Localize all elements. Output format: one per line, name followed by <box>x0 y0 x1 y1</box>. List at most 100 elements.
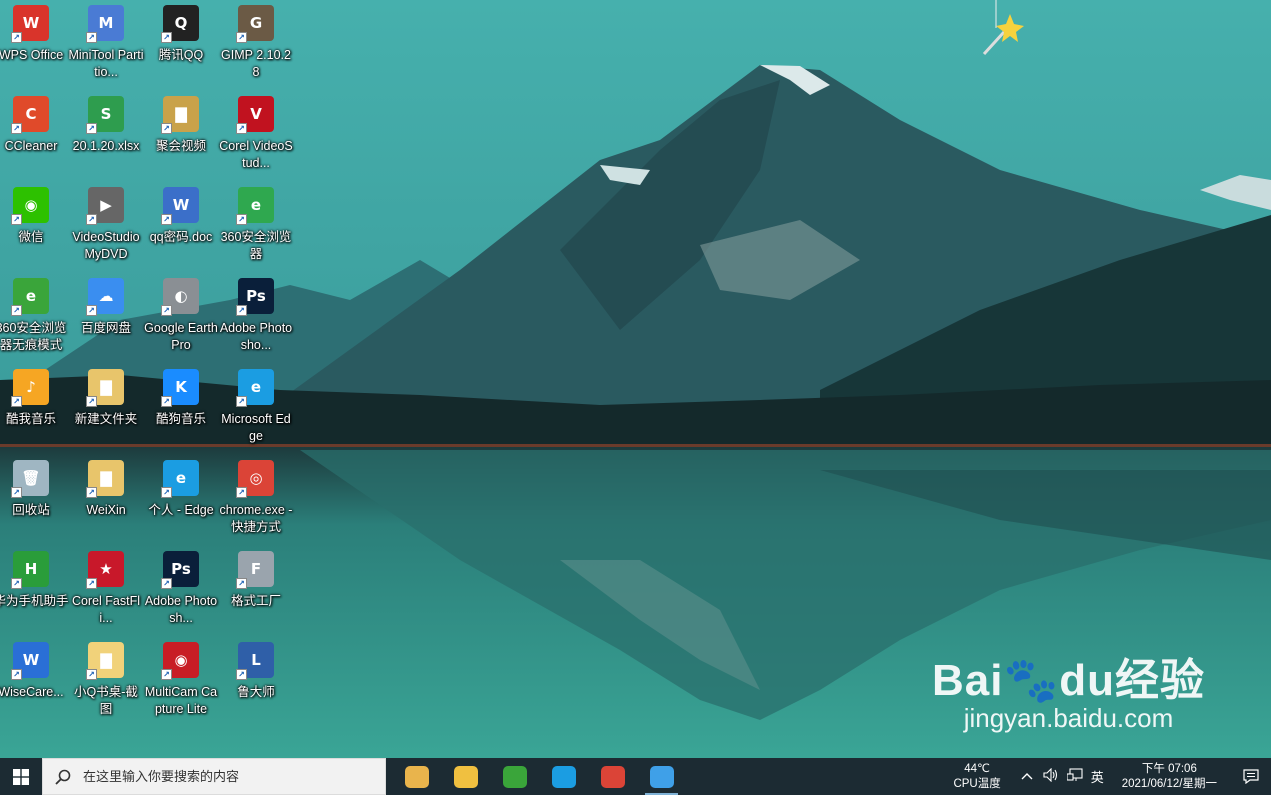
corel-videostudio-icon: V ↗ <box>236 96 274 134</box>
desktop-icon[interactable]: e ↗ 360安全浏览器 <box>218 182 294 272</box>
desktop-icon[interactable]: ☁ ↗ 百度网盘 <box>68 273 144 363</box>
desktop-icon-label: WeiXin <box>86 503 126 517</box>
taskbar-app-button[interactable] <box>637 758 686 795</box>
desktop-icon[interactable]: W ↗ qq密码.doc <box>143 182 219 272</box>
desktop-icon[interactable]: Ps ↗ Adobe Photosho... <box>218 273 294 363</box>
google-earth-icon: ◐ ↗ <box>161 278 199 316</box>
ccleaner-icon: C ↗ <box>11 96 49 134</box>
desktop-icon[interactable]: Ps ↗ Adobe Photosh... <box>143 546 219 636</box>
desktop-icon[interactable]: V ↗ Corel VideoStud... <box>218 91 294 181</box>
desktop-icon-label: 格式工厂 <box>230 594 281 608</box>
desktop-icon[interactable]: ▇ ↗ 聚会视频 <box>143 91 219 181</box>
cpu-temp-label: CPU温度 <box>953 777 1001 790</box>
gimp-icon: G ↗ <box>236 5 274 43</box>
file-explorer-icon <box>453 765 478 788</box>
desktop-icon[interactable]: W ↗ WiseCare... <box>0 637 69 727</box>
desktop-icon[interactable]: K ↗ 酷狗音乐 <box>143 364 219 454</box>
format-factory-icon: F ↗ <box>236 551 274 589</box>
shortcut-arrow-icon: ↗ <box>161 123 172 134</box>
desktop-icon[interactable]: ★ ↗ Corel FastFli... <box>68 546 144 636</box>
clock[interactable]: 下午 07:06 2021/06/12/星期一 <box>1122 762 1217 792</box>
xiaoq-folder-icon: ▇ ↗ <box>86 642 124 680</box>
desktop-icon[interactable]: e ↗ Microsoft Edge <box>218 364 294 454</box>
desktop-icon-label: Corel VideoStud... <box>219 139 293 170</box>
search-input[interactable] <box>81 768 365 785</box>
shortcut-arrow-icon: ↗ <box>86 214 97 225</box>
shortcut-arrow-icon: ↗ <box>236 396 247 407</box>
desktop-icon-label: 20.1.20.xlsx <box>72 139 140 153</box>
desktop-icon-label: 聚会视频 <box>155 139 206 153</box>
chevron-up-icon[interactable] <box>1021 771 1033 783</box>
taskbar-app-button[interactable] <box>392 758 441 795</box>
360-browser-icon <box>502 765 527 788</box>
taskbar-search-box[interactable] <box>42 758 386 795</box>
desktop-icon[interactable]: G ↗ GIMP 2.10.28 <box>218 0 294 90</box>
watermark-url: jingyan.baidu.com <box>963 703 1174 733</box>
corel-fastflick-icon: ★ ↗ <box>86 551 124 589</box>
speaker-icon[interactable] <box>1043 767 1059 785</box>
desktop-icon-label: 360安全浏览器 <box>220 230 292 261</box>
shortcut-arrow-icon: ↗ <box>236 487 247 498</box>
shortcut-arrow-icon: ↗ <box>236 578 247 589</box>
shortcut-arrow-icon: ↗ <box>236 305 247 316</box>
desktop-icon[interactable]: 🗑 ↗ 回收站 <box>0 455 69 545</box>
desktop-icon-label: qq密码.doc <box>149 230 213 244</box>
desktop-icon[interactable]: ▇ ↗ 小Q书桌-截图 <box>68 637 144 727</box>
desktop-icon[interactable]: ♪ ↗ 酷我音乐 <box>0 364 69 454</box>
desktop-icon[interactable]: ▶ ↗ VideoStudio MyDVD <box>68 182 144 272</box>
desktop-icon[interactable]: e ↗ 个人 - Edge <box>143 455 219 545</box>
kuwo-music-icon: ♪ ↗ <box>11 369 49 407</box>
desktop-icon-label: 酷狗音乐 <box>155 412 206 426</box>
minitool-partition-icon: M ↗ <box>86 5 124 43</box>
weixin-folder-icon: ▇ ↗ <box>86 460 124 498</box>
shortcut-arrow-icon: ↗ <box>86 32 97 43</box>
shortcut-arrow-icon: ↗ <box>161 305 172 316</box>
desktop-icon[interactable]: ▇ ↗ 新建文件夹 <box>68 364 144 454</box>
shortcut-arrow-icon: ↗ <box>236 214 247 225</box>
ludashi-icon: L ↗ <box>236 642 274 680</box>
shortcut-arrow-icon: ↗ <box>86 669 97 680</box>
desktop-icon-label: 百度网盘 <box>80 321 131 335</box>
desktop-icon[interactable]: S ↗ 20.1.20.xlsx <box>68 91 144 181</box>
taskbar-app-button[interactable] <box>588 758 637 795</box>
desktop-icon-label: CCleaner <box>4 139 58 153</box>
doc-file-icon: W ↗ <box>161 187 199 225</box>
desktop-icon[interactable]: Q ↗ 腾讯QQ <box>143 0 219 90</box>
desktop-icon-label: GIMP 2.10.28 <box>221 48 291 79</box>
desktop-icon[interactable]: ◐ ↗ Google Earth Pro <box>143 273 219 363</box>
edge-profile-icon: e ↗ <box>161 460 199 498</box>
network-icon[interactable] <box>1066 768 1083 785</box>
360-browser-icon: e ↗ <box>236 187 274 225</box>
shortcut-arrow-icon: ↗ <box>236 123 247 134</box>
taskbar-app-button[interactable] <box>441 758 490 795</box>
shortcut-arrow-icon: ↗ <box>86 123 97 134</box>
desktop-icon[interactable]: F ↗ 格式工厂 <box>218 546 294 636</box>
desktop-icon[interactable]: C ↗ CCleaner <box>0 91 69 181</box>
taskbar-app-button[interactable] <box>490 758 539 795</box>
shortcut-arrow-icon: ↗ <box>161 396 172 407</box>
desktop-icon[interactable]: e ↗ 360安全浏览器无痕模式 <box>0 273 69 363</box>
desktop-icon[interactable]: W ↗ WPS Office <box>0 0 69 90</box>
shortcut-arrow-icon: ↗ <box>161 669 172 680</box>
desktop-icon[interactable]: ▇ ↗ WeiXin <box>68 455 144 545</box>
system-tray: 44℃ CPU温度 英 下午 07:06 2021/06/12/星期一 <box>953 758 1271 795</box>
input-method-indicator[interactable]: 英 <box>1091 767 1104 786</box>
windows-logo-icon <box>13 768 29 785</box>
desktop-icon[interactable]: ◎ ↗ chrome.exe - 快捷方式 <box>218 455 294 545</box>
taskbar-app-button[interactable] <box>539 758 588 795</box>
cpu-temperature[interactable]: 44℃ CPU温度 <box>953 762 1000 792</box>
desktop-icon[interactable]: M ↗ MiniTool Partitio... <box>68 0 144 90</box>
shortcut-arrow-icon: ↗ <box>11 214 22 225</box>
desktop-icon-label: 腾讯QQ <box>158 48 204 62</box>
desktop-icon-label: WiseCare... <box>0 685 64 699</box>
desktop-icon[interactable]: ◉ ↗ MultiCam Capture Lite <box>143 637 219 727</box>
desktop-icon[interactable]: L ↗ 鲁大师 <box>218 637 294 727</box>
party-video-folder-icon: ▇ ↗ <box>161 96 199 134</box>
desktop-icon[interactable]: H ↗ 华为手机助手 <box>0 546 69 636</box>
shortcut-arrow-icon: ↗ <box>236 669 247 680</box>
start-button[interactable] <box>0 758 42 795</box>
notification-center-button[interactable] <box>1231 758 1271 795</box>
desktop-icon-label: Microsoft Edge <box>221 412 291 443</box>
baidu-netdisk-icon: ☁ ↗ <box>86 278 124 316</box>
desktop-icon[interactable]: ◉ ↗ 微信 <box>0 182 69 272</box>
